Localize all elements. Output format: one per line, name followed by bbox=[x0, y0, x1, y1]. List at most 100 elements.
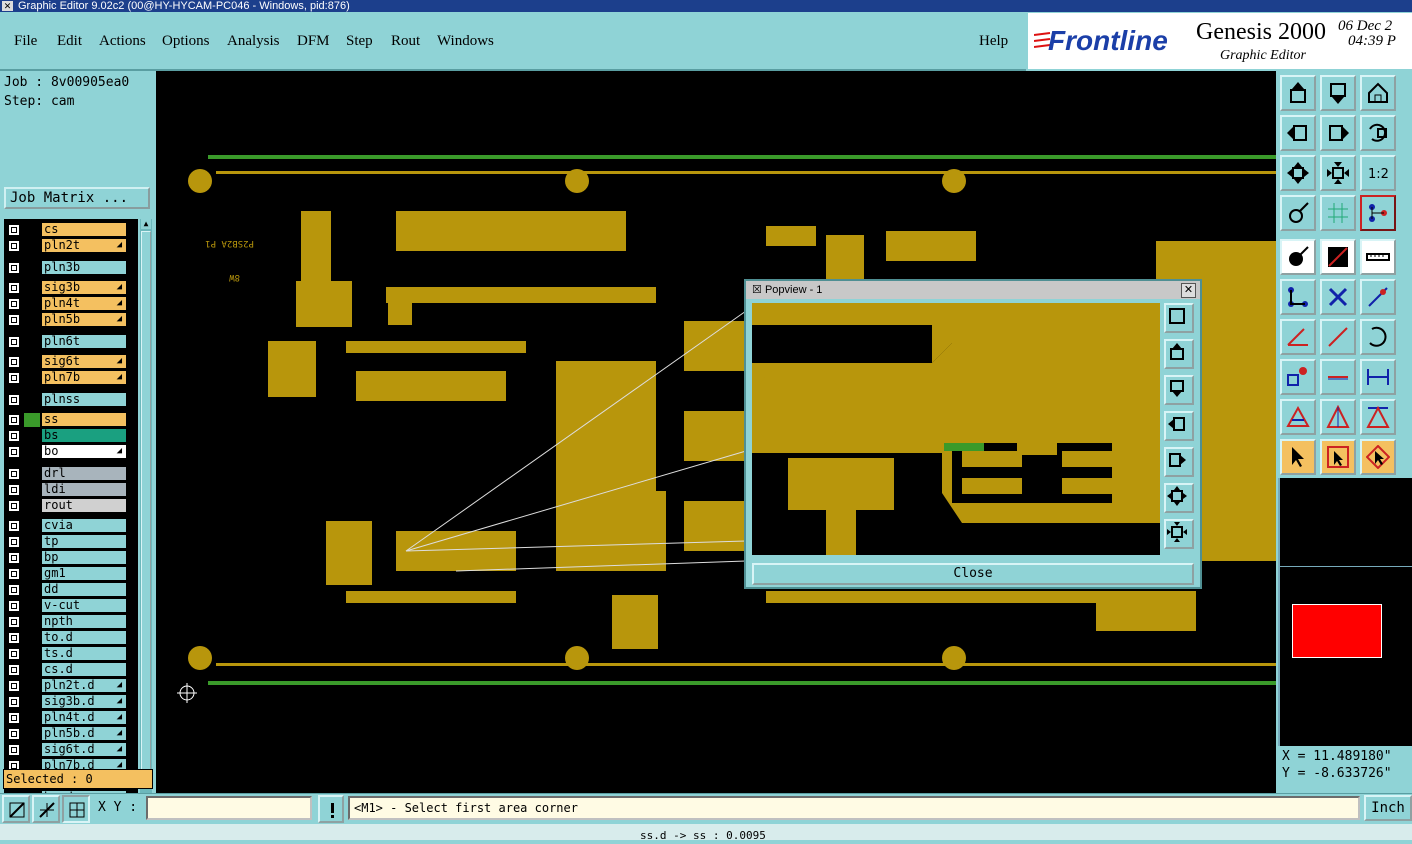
layer-checkbox[interactable] bbox=[8, 728, 20, 740]
popview-pan-right-button[interactable] bbox=[1164, 447, 1194, 477]
layer-name[interactable]: pln4t.d ◢ bbox=[42, 711, 126, 724]
layer-row-ldi[interactable]: ldi bbox=[4, 483, 138, 497]
menu-dfm[interactable]: DFM bbox=[297, 33, 330, 50]
layer-list[interactable]: cs pln2t ◢ pln3b sig3b ◢ pln4t ◢ pln5b ◢ pln6t sig6… bbox=[4, 219, 138, 835]
arc-icon[interactable] bbox=[1360, 319, 1396, 355]
layer-row-cvia[interactable]: cvia bbox=[4, 519, 138, 533]
layer-checkbox[interactable] bbox=[8, 224, 20, 236]
menu-options[interactable]: Options bbox=[162, 33, 210, 50]
layer-checkbox[interactable] bbox=[8, 696, 20, 708]
layer-checkbox[interactable] bbox=[8, 336, 20, 348]
layer-row-pln5b[interactable]: pln5b ◢ bbox=[4, 313, 138, 327]
layer-name[interactable]: rout bbox=[42, 499, 126, 512]
layer-name[interactable]: pln5b ◢ bbox=[42, 313, 126, 326]
draw-line-icon[interactable] bbox=[1320, 239, 1356, 275]
layer-list-scrollbar[interactable]: ▲ ▼ bbox=[140, 219, 152, 835]
scroll-thumb[interactable] bbox=[141, 231, 151, 771]
layer-row-pln5b.d[interactable]: pln5b.d ◢ bbox=[4, 727, 138, 741]
layer-name[interactable]: pln3b bbox=[42, 261, 126, 274]
slash-line-icon[interactable] bbox=[1320, 319, 1356, 355]
redraw-icon[interactable] bbox=[1360, 115, 1396, 151]
layer-name[interactable]: sig6t.d ◢ bbox=[42, 743, 126, 756]
layer-color-swatch[interactable] bbox=[24, 239, 40, 253]
layer-row-cs.d[interactable]: cs.d bbox=[4, 663, 138, 677]
layer-row-ts.d[interactable]: ts.d bbox=[4, 647, 138, 661]
menu-file[interactable]: File bbox=[14, 33, 37, 50]
menu-step[interactable]: Step bbox=[346, 33, 373, 50]
layer-color-swatch[interactable] bbox=[24, 679, 40, 693]
layer-checkbox[interactable] bbox=[8, 414, 20, 426]
layer-color-swatch[interactable] bbox=[24, 647, 40, 661]
layer-checkbox[interactable] bbox=[8, 680, 20, 692]
layer-row-bs[interactable]: bs bbox=[4, 429, 138, 443]
layer-row-pln2t.d[interactable]: pln2t.d ◢ bbox=[4, 679, 138, 693]
layer-name[interactable]: sig3b ◢ bbox=[42, 281, 126, 294]
layer-name[interactable]: cs bbox=[42, 223, 126, 236]
layer-name[interactable]: npth bbox=[42, 615, 126, 628]
xy-input[interactable] bbox=[146, 796, 312, 820]
home-icon[interactable] bbox=[1360, 75, 1396, 111]
layer-name[interactable]: ldi bbox=[42, 483, 126, 496]
layer-checkbox[interactable] bbox=[8, 616, 20, 628]
popview-close-button[interactable]: Close bbox=[752, 563, 1194, 585]
layer-row-v-cut[interactable]: v-cut bbox=[4, 599, 138, 613]
layer-row-sig6t[interactable]: sig6t ◢ bbox=[4, 355, 138, 369]
layer-checkbox[interactable] bbox=[8, 600, 20, 612]
layer-name[interactable]: bs bbox=[42, 429, 126, 442]
menu-help[interactable]: Help bbox=[979, 33, 1008, 50]
layer-row-ss[interactable]: ss bbox=[4, 413, 138, 427]
snap-tool-icon[interactable] bbox=[1280, 195, 1316, 231]
layer-name[interactable]: cvia bbox=[42, 519, 126, 532]
menu-edit[interactable]: Edit bbox=[57, 33, 82, 50]
layer-row-tp[interactable]: tp bbox=[4, 535, 138, 549]
layer-name[interactable]: sig6t ◢ bbox=[42, 355, 126, 368]
layer-row-bp[interactable]: bp bbox=[4, 551, 138, 565]
measure-point-icon[interactable] bbox=[1280, 359, 1316, 395]
layer-checkbox[interactable] bbox=[8, 430, 20, 442]
exclamation-icon[interactable] bbox=[318, 795, 344, 823]
add-point-icon[interactable] bbox=[1360, 279, 1396, 315]
layer-color-swatch[interactable] bbox=[24, 743, 40, 757]
layer-name[interactable]: sig3b.d ◢ bbox=[42, 695, 126, 708]
close-icon[interactable]: ✕ bbox=[2, 1, 13, 11]
layer-row-pln6t[interactable]: pln6t bbox=[4, 335, 138, 349]
layer-name[interactable]: pln4t ◢ bbox=[42, 297, 126, 310]
layer-color-swatch[interactable] bbox=[24, 429, 40, 443]
overview-map[interactable] bbox=[1278, 478, 1412, 746]
layer-checkbox[interactable] bbox=[8, 712, 20, 724]
layer-row-drl[interactable]: drl bbox=[4, 467, 138, 481]
layer-color-swatch[interactable] bbox=[24, 355, 40, 369]
popview-zoom-out-button[interactable] bbox=[1164, 519, 1194, 549]
layer-checkbox[interactable] bbox=[8, 372, 20, 384]
menu-rout[interactable]: Rout bbox=[391, 33, 420, 50]
layer-color-swatch[interactable] bbox=[24, 393, 40, 407]
layer-color-swatch[interactable] bbox=[24, 335, 40, 349]
layer-checkbox[interactable] bbox=[8, 744, 20, 756]
layer-row-gm1[interactable]: gm1 bbox=[4, 567, 138, 581]
layer-row-pln3b[interactable]: pln3b bbox=[4, 261, 138, 275]
layer-checkbox[interactable] bbox=[8, 298, 20, 310]
layer-row-npth[interactable]: npth bbox=[4, 615, 138, 629]
cross-delete-icon[interactable] bbox=[1320, 279, 1356, 315]
layer-color-swatch[interactable] bbox=[24, 567, 40, 581]
dimension-icon[interactable] bbox=[1360, 359, 1396, 395]
layer-name[interactable]: pln5b.d ◢ bbox=[42, 727, 126, 740]
layer-color-swatch[interactable] bbox=[24, 599, 40, 613]
select-diamond-icon[interactable] bbox=[1360, 439, 1396, 475]
layer-row-pln7b[interactable]: pln7b ◢ bbox=[4, 371, 138, 385]
snap-center-icon[interactable] bbox=[62, 795, 90, 823]
layer-color-swatch[interactable] bbox=[24, 519, 40, 533]
layer-name[interactable]: gm1 bbox=[42, 567, 126, 580]
layer-color-swatch[interactable] bbox=[24, 695, 40, 709]
triangle-outline-icon[interactable] bbox=[1320, 399, 1356, 435]
layer-color-swatch[interactable] bbox=[24, 499, 40, 513]
layer-name[interactable]: to.d bbox=[42, 631, 126, 644]
zoom-home-icon[interactable] bbox=[1280, 75, 1316, 111]
horizontal-line-icon[interactable] bbox=[1320, 359, 1356, 395]
layer-checkbox[interactable] bbox=[8, 356, 20, 368]
layer-color-swatch[interactable] bbox=[24, 281, 40, 295]
layer-row-plnss[interactable]: plnss bbox=[4, 393, 138, 407]
select-box-icon[interactable] bbox=[1320, 439, 1356, 475]
grid-icon[interactable] bbox=[1320, 195, 1356, 231]
layer-color-swatch[interactable] bbox=[24, 631, 40, 645]
